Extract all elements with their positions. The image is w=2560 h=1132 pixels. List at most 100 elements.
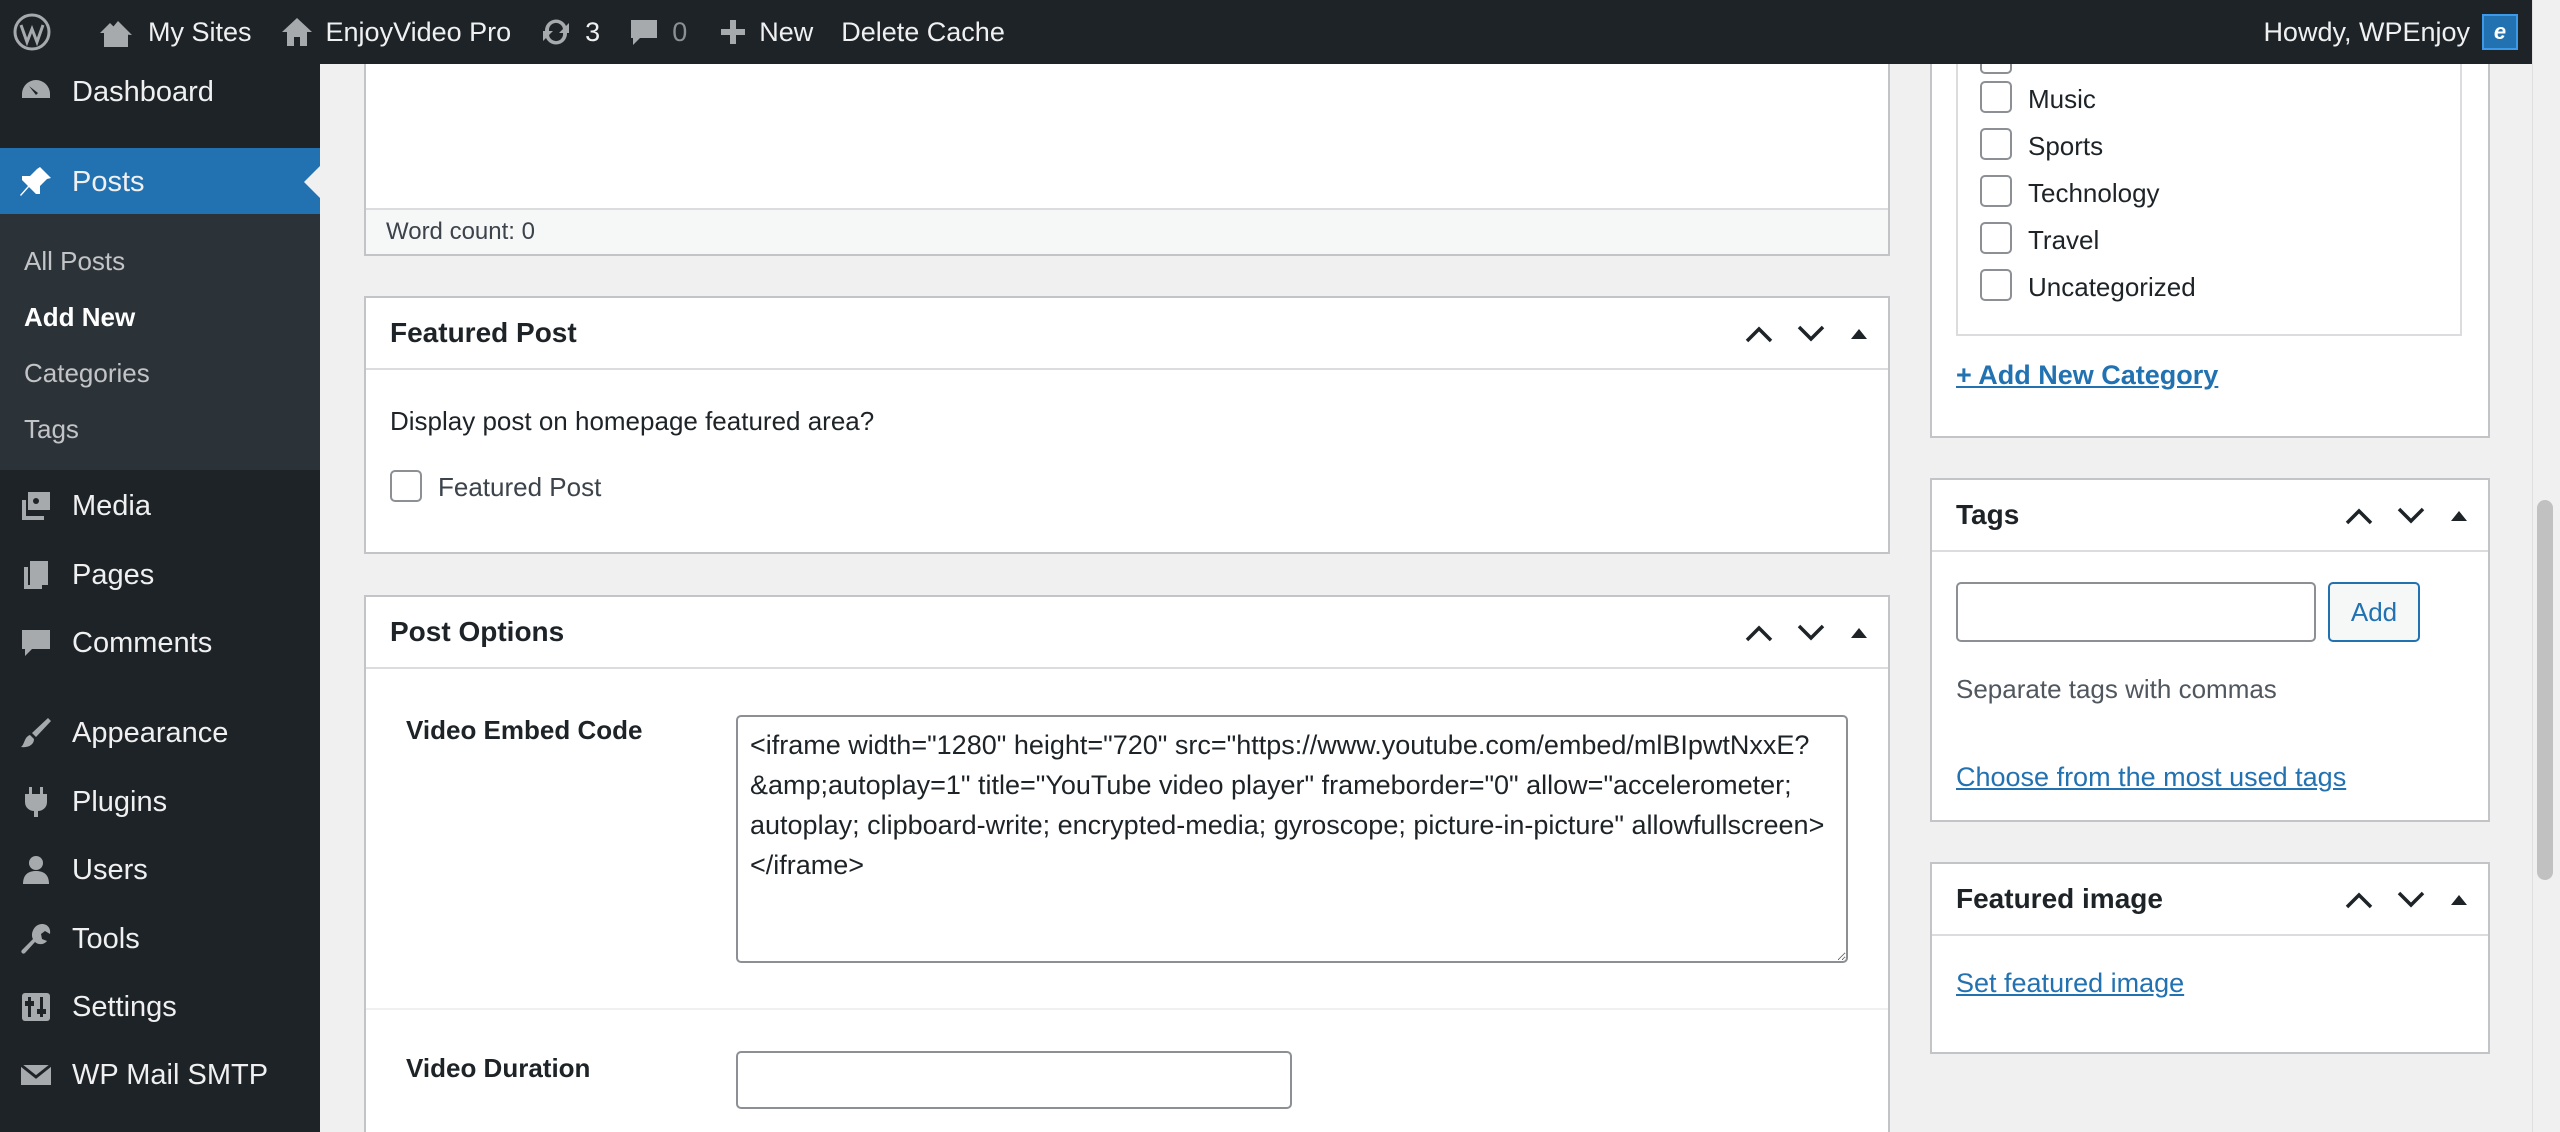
collapse-toggle-icon[interactable] [2448, 508, 2470, 524]
media-icon [22, 492, 50, 520]
word-count-bar: Word count: 0 [366, 208, 1888, 254]
plugin-icon [25, 787, 47, 817]
add-new-category-link[interactable]: + Add New Category [1956, 360, 2218, 391]
sidebar-item-pages[interactable]: Pages [0, 547, 320, 603]
settings-icon [22, 993, 50, 1021]
delete-cache-label: Delete Cache [841, 16, 1005, 47]
category-checkbox-uncategorized[interactable] [1980, 269, 2012, 301]
users-icon [23, 856, 49, 884]
submenu-all-posts[interactable]: All Posts [24, 246, 125, 277]
sidebar-item-comments[interactable]: Comments [0, 615, 320, 671]
new-tag-input[interactable] [1956, 582, 2316, 642]
chevron-up-icon[interactable] [2344, 890, 2374, 910]
collapse-toggle-icon[interactable] [1848, 625, 1870, 641]
pin-icon [20, 167, 51, 196]
sidebar-item-label: Appearance [72, 716, 229, 749]
account-menu[interactable]: Howdy, WPEnjoy e [2263, 0, 2518, 64]
featured-post-description: Display post on homepage featured area? [390, 406, 875, 436]
plus-icon [721, 20, 746, 44]
choose-most-used-tags-link[interactable]: Choose from the most used tags [1956, 762, 2346, 793]
sidebar-item-label: Tools [72, 922, 140, 955]
chevron-down-icon[interactable] [1796, 324, 1826, 344]
chevron-down-icon[interactable] [1796, 623, 1826, 643]
admin-sidebar: Dashboard Posts All Posts Add New Catego… [0, 64, 320, 1132]
chevron-down-icon[interactable] [2396, 890, 2426, 910]
pages-icon [24, 561, 48, 589]
category-checkbox-music[interactable] [1980, 81, 2012, 113]
chevron-up-icon[interactable] [1744, 623, 1774, 643]
set-featured-image-link[interactable]: Set featured image [1956, 968, 2184, 999]
video-duration-label: Video Duration [406, 1053, 591, 1083]
mail-icon [20, 1063, 52, 1085]
post-editor: Word count: 0 [364, 64, 1890, 256]
category-checkbox-travel[interactable] [1980, 222, 2012, 254]
dashboard-icon [22, 80, 50, 98]
featured-image-header[interactable]: Featured image [1932, 864, 2488, 936]
category-checkbox-sports[interactable] [1980, 128, 2012, 160]
options-divider [366, 1008, 1888, 1010]
sidebar-item-label: Pages [72, 558, 155, 591]
video-embed-textarea[interactable]: <iframe width="1280" height="720" src="h… [736, 715, 1848, 963]
category-checkbox-partial[interactable] [1980, 64, 2012, 74]
submenu-categories[interactable]: Categories [24, 358, 150, 389]
sidebar-item-settings[interactable]: Settings [0, 979, 320, 1035]
sidebar-item-appearance[interactable]: Appearance [0, 705, 320, 761]
comments-menu[interactable]: 0 [614, 0, 701, 64]
sidebar-item-dashboard[interactable]: Dashboard [0, 64, 320, 120]
collapse-toggle-icon[interactable] [1848, 326, 1870, 342]
site-name-menu[interactable]: EnjoyVideo Pro [266, 0, 526, 64]
submenu-tags[interactable]: Tags [24, 414, 79, 445]
submenu-add-new[interactable]: Add New [24, 302, 135, 333]
sidebar-item-media[interactable]: Media [0, 478, 320, 534]
wordpress-logo-button[interactable] [0, 0, 66, 64]
my-sites-icon [100, 21, 132, 47]
featured-post-box: Featured Post Display post on homepage f… [364, 296, 1890, 554]
comments-icon [22, 630, 50, 656]
brush-icon [21, 718, 51, 748]
category-label-travel: Travel [2028, 225, 2100, 255]
featured-post-checkbox[interactable] [390, 470, 422, 502]
updates-icon [543, 19, 570, 45]
admin-bar: My Sites EnjoyVideo Pro 3 0 New Delete C… [0, 0, 2532, 64]
collapse-toggle-icon[interactable] [2448, 892, 2470, 908]
featured-post-header[interactable]: Featured Post [366, 298, 1888, 370]
tags-box: Tags Add Separate tags with commas Choos… [1930, 478, 2490, 822]
delete-cache-button[interactable]: Delete Cache [827, 0, 1019, 64]
new-content-menu[interactable]: New [705, 0, 827, 64]
sidebar-item-label: Posts [72, 165, 145, 198]
add-tag-button[interactable]: Add [2328, 582, 2420, 642]
sidebar-item-label: Plugins [72, 785, 168, 818]
sidebar-item-label: Comments [72, 626, 213, 659]
chevron-up-icon[interactable] [1744, 324, 1774, 344]
avatar: e [2482, 14, 2518, 50]
updates-count: 3 [585, 16, 601, 47]
category-checkbox-technology[interactable] [1980, 175, 2012, 207]
box-title: Featured image [1956, 883, 2163, 914]
category-label-uncategorized: Uncategorized [2028, 272, 2196, 302]
box-title: Post Options [390, 616, 565, 647]
home-icon [281, 18, 312, 46]
box-title: Tags [1956, 499, 2020, 530]
sidebar-item-plugins[interactable]: Plugins [0, 774, 320, 830]
sidebar-item-wp-mail-smtp[interactable]: WP Mail SMTP [0, 1047, 320, 1103]
category-label-technology: Technology [2028, 178, 2160, 208]
editor-content-area[interactable] [366, 64, 1888, 208]
chevron-down-icon[interactable] [2396, 506, 2426, 526]
updates-menu[interactable]: 3 [525, 0, 614, 64]
my-sites-menu[interactable]: My Sites [82, 0, 266, 64]
video-duration-input[interactable] [736, 1051, 1292, 1109]
sidebar-item-label: Settings [72, 990, 177, 1023]
tags-hint: Separate tags with commas [1956, 674, 2277, 704]
video-embed-label: Video Embed Code [406, 715, 643, 745]
chevron-up-icon[interactable] [2344, 506, 2374, 526]
sidebar-item-label: WP Mail SMTP [72, 1058, 269, 1091]
page-scrollbar-thumb[interactable] [2537, 500, 2553, 880]
sidebar-item-tools[interactable]: Tools [0, 911, 320, 967]
post-options-header[interactable]: Post Options [366, 597, 1888, 669]
tags-header[interactable]: Tags [1932, 480, 2488, 552]
comment-bubble-icon [631, 20, 658, 45]
featured-image-box: Featured image Set featured image [1930, 862, 2490, 1054]
sidebar-item-posts[interactable]: Posts [0, 148, 320, 216]
sidebar-item-users[interactable]: Users [0, 842, 320, 898]
word-count: Word count: 0 [386, 218, 535, 245]
